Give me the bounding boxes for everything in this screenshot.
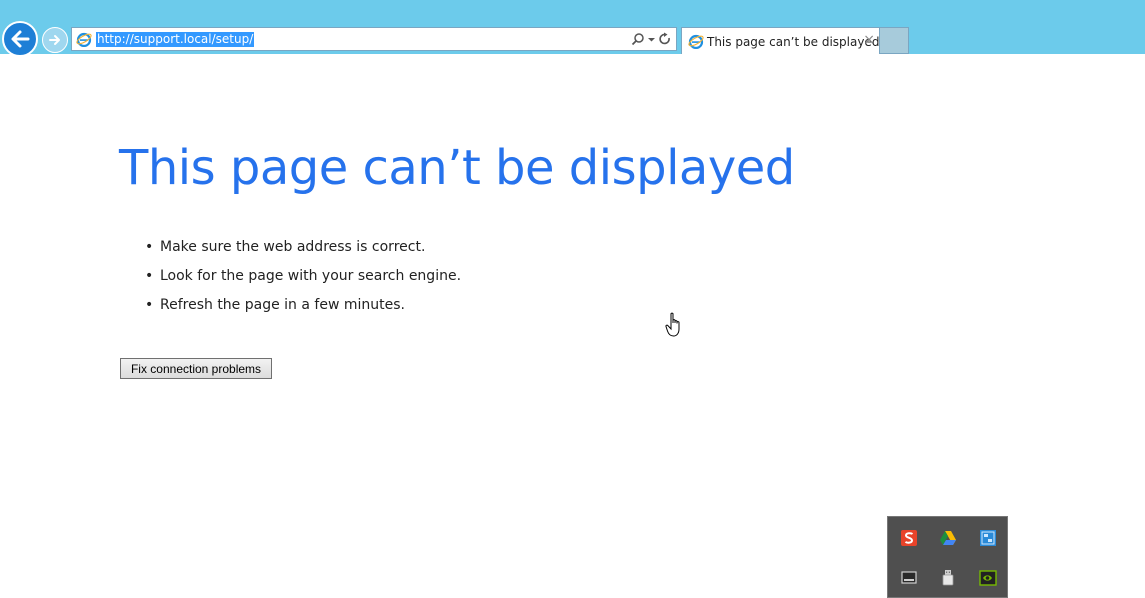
address-url[interactable]: http://support.local/setup/ xyxy=(96,32,255,47)
dropdown-icon[interactable] xyxy=(647,32,656,46)
suggestion-text: Refresh the page in a few minutes. xyxy=(160,297,405,313)
back-button[interactable] xyxy=(2,21,38,57)
address-bar[interactable]: http://support.local/setup/ xyxy=(71,27,677,51)
nvidia-icon[interactable] xyxy=(979,569,997,587)
bullet-icon: • xyxy=(145,297,154,313)
network-monitor-icon[interactable] xyxy=(979,529,997,547)
refresh-icon[interactable] xyxy=(658,32,672,46)
display-icon[interactable] xyxy=(900,569,918,587)
tab-active[interactable]: This page can’t be displayed × xyxy=(681,27,880,54)
bullet-icon: • xyxy=(145,268,154,284)
hand-cursor-icon xyxy=(665,312,680,337)
system-tray-overflow xyxy=(887,516,1008,598)
list-item: • Refresh the page in a few minutes. xyxy=(145,294,461,323)
ie-favicon-icon xyxy=(688,34,704,49)
suggestion-text: Look for the page with your search engin… xyxy=(160,268,462,284)
tab-title: This page can’t be displayed xyxy=(707,35,880,49)
forward-button[interactable] xyxy=(42,27,68,53)
google-drive-icon[interactable] xyxy=(939,529,957,547)
suggestion-text: Make sure the web address is correct. xyxy=(160,239,426,255)
back-arrow-icon xyxy=(11,30,30,48)
browser-toolbar: http://support.local/setup/ This page ca… xyxy=(0,0,1145,57)
bullet-icon: • xyxy=(145,239,154,255)
forward-arrow-icon xyxy=(49,35,60,45)
close-icon[interactable]: × xyxy=(863,32,875,48)
address-tools xyxy=(631,31,672,47)
page-title: This page can’t be displayed xyxy=(119,140,795,196)
new-tab-button[interactable] xyxy=(880,27,909,54)
search-icon[interactable] xyxy=(631,32,645,46)
list-item: • Look for the page with your search engi… xyxy=(145,265,461,294)
ie-favicon-icon xyxy=(76,32,92,47)
fix-connection-button[interactable]: Fix connection problems xyxy=(120,358,272,379)
list-item: • Make sure the web address is correct. xyxy=(145,236,461,265)
sogou-icon[interactable] xyxy=(900,529,918,547)
suggestion-list: • Make sure the web address is correct. •… xyxy=(145,236,461,323)
usb-drive-icon[interactable] xyxy=(939,569,957,587)
